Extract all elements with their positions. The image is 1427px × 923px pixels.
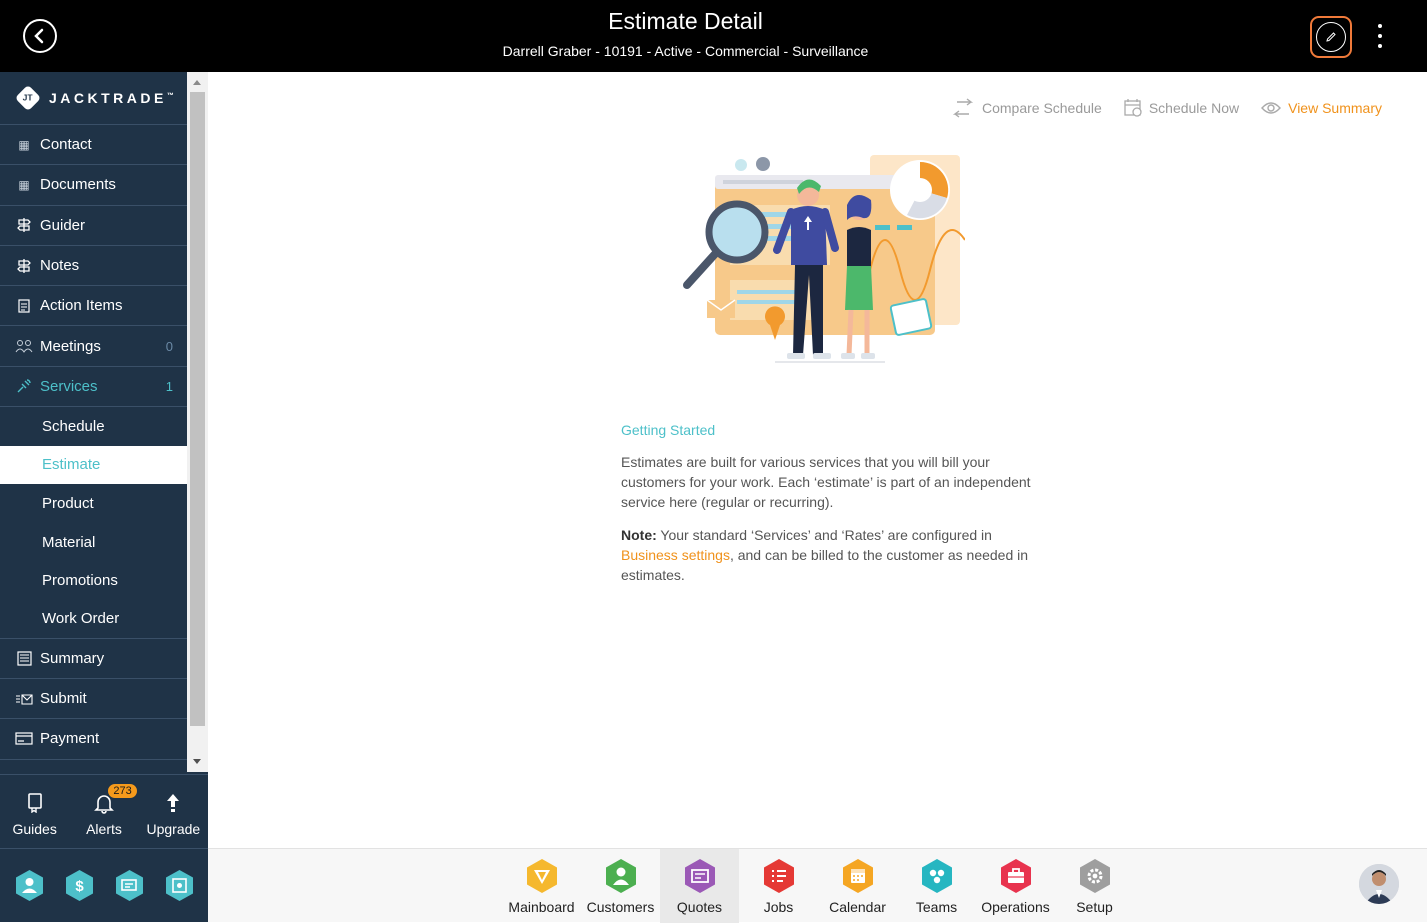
services-count: 1	[165, 378, 173, 394]
scroll-up-icon[interactable]	[193, 80, 201, 85]
meetings-count: 0	[165, 338, 173, 354]
sidebar-item-guider[interactable]: Guider	[0, 206, 187, 246]
main-content: Compare Schedule Schedule Now View Summa…	[208, 72, 1427, 848]
address-book-icon: ▦	[18, 137, 30, 152]
workflow-icon[interactable]	[163, 869, 196, 902]
briefcase-icon	[999, 858, 1033, 894]
jacktrade-logo-icon: JT	[14, 84, 42, 112]
dock-quotes[interactable]: Quotes	[660, 849, 739, 923]
sidebar-item-summary[interactable]: Summary	[0, 639, 187, 679]
swap-icon	[952, 98, 974, 118]
page-title: Estimate Detail	[608, 8, 763, 34]
calendar-icon	[841, 858, 875, 894]
sidebar: JT JACKTRADE™ ▦ Contact ▦ Documents Guid…	[0, 72, 208, 922]
getting-started-illustration	[683, 155, 965, 363]
dock-jobs[interactable]: Jobs	[739, 849, 818, 923]
sidebar-item-services[interactable]: Services 1	[0, 367, 187, 408]
more-options-icon[interactable]	[1370, 22, 1390, 50]
top-bar: Estimate Detail Darrell Graber - 10191 -…	[0, 0, 1427, 72]
alerts-badge: 273	[107, 783, 138, 799]
avatar[interactable]	[1359, 864, 1399, 904]
add-contact-icon[interactable]	[13, 869, 46, 902]
dock-mainboard[interactable]: Mainboard	[502, 849, 581, 923]
pencil-icon	[1326, 32, 1336, 42]
sidebar-subitem-work-order[interactable]: Work Order	[0, 600, 187, 639]
sidebar-subitem-promotions[interactable]: Promotions	[0, 561, 187, 600]
getting-started-panel: Getting Started Estimates are built for …	[621, 420, 1041, 598]
bottom-dock: Mainboard Customers Quotes Jobs Calendar	[208, 848, 1427, 923]
dock-setup[interactable]: Setup	[1055, 849, 1134, 923]
edit-button[interactable]	[1310, 16, 1352, 58]
book-icon	[27, 789, 43, 817]
quotes-icon	[683, 858, 717, 894]
quote-icon[interactable]	[113, 869, 146, 902]
scroll-down-icon[interactable]	[193, 759, 201, 764]
intro-paragraph: Estimates are built for various services…	[621, 454, 1031, 510]
sidebar-item-notes[interactable]: Notes	[0, 246, 187, 287]
compare-schedule-button[interactable]: Compare Schedule	[951, 98, 1102, 118]
sidebar-menu: JT JACKTRADE™ ▦ Contact ▦ Documents Guid…	[0, 72, 187, 772]
view-summary-button[interactable]: View Summary	[1261, 100, 1382, 116]
sidebar-footer: Guides 273 Alerts Upgrade	[0, 774, 208, 848]
note-paragraph: Note: Your standard ‘Services’ and ‘Rate…	[621, 527, 1029, 583]
services-icon	[15, 378, 33, 394]
mainboard-icon	[525, 858, 559, 894]
sidebar-item-payment[interactable]: Payment	[0, 719, 187, 760]
card-icon	[15, 732, 33, 745]
sidebar-item-contact[interactable]: ▦ Contact	[0, 125, 187, 166]
sidebar-subitem-product[interactable]: Product	[0, 484, 187, 523]
svg-text:$: $	[75, 878, 84, 895]
dock-calendar[interactable]: Calendar	[818, 849, 897, 923]
upgrade-button[interactable]: Upgrade	[139, 775, 208, 848]
guides-button[interactable]: Guides	[0, 775, 69, 848]
sidebar-scrollbar[interactable]	[187, 72, 208, 772]
customers-icon	[604, 858, 638, 894]
arrow-up-icon	[166, 789, 180, 817]
signpost-icon	[15, 258, 33, 274]
business-settings-link[interactable]: Business settings	[621, 547, 730, 563]
teams-icon	[920, 858, 954, 894]
page-subtitle: Darrell Graber - 10191 - Active - Commer…	[502, 43, 869, 59]
submit-icon	[15, 693, 33, 705]
dock-teams[interactable]: Teams	[897, 849, 976, 923]
list-icon	[15, 651, 33, 666]
sidebar-subitem-estimate[interactable]: Estimate	[0, 445, 187, 485]
gear-icon	[1078, 858, 1112, 894]
sidebar-item-submit[interactable]: Submit	[0, 679, 187, 720]
eye-icon	[1261, 102, 1282, 114]
clipboard-icon	[15, 298, 33, 313]
sidebar-item-documents[interactable]: ▦ Documents	[0, 165, 187, 206]
jobs-icon	[762, 858, 796, 894]
logo-text: JACKTRADE™	[49, 90, 174, 106]
dollar-icon[interactable]: $	[63, 869, 96, 902]
sidebar-item-meetings[interactable]: Meetings 0	[0, 326, 187, 367]
logo[interactable]: JT JACKTRADE™	[0, 72, 187, 125]
sidebar-subitem-material[interactable]: Material	[0, 523, 187, 562]
sidebar-subitem-schedule[interactable]: Schedule	[0, 407, 187, 446]
dock-operations[interactable]: Operations	[976, 849, 1055, 923]
quick-actions: $	[0, 848, 208, 922]
alerts-button[interactable]: 273 Alerts	[69, 775, 138, 848]
dock-customers[interactable]: Customers	[581, 849, 660, 923]
people-icon	[15, 339, 33, 354]
document-icon: ▦	[18, 177, 30, 192]
scrollbar-thumb[interactable]	[190, 92, 205, 726]
schedule-now-button[interactable]: Schedule Now	[1124, 99, 1239, 117]
calendar-clock-icon	[1124, 99, 1142, 117]
signpost-icon	[15, 217, 33, 233]
action-bar: Compare Schedule Schedule Now View Summa…	[951, 98, 1382, 118]
sidebar-item-action-items[interactable]: Action Items	[0, 286, 187, 327]
getting-started-heading: Getting Started	[621, 422, 716, 438]
